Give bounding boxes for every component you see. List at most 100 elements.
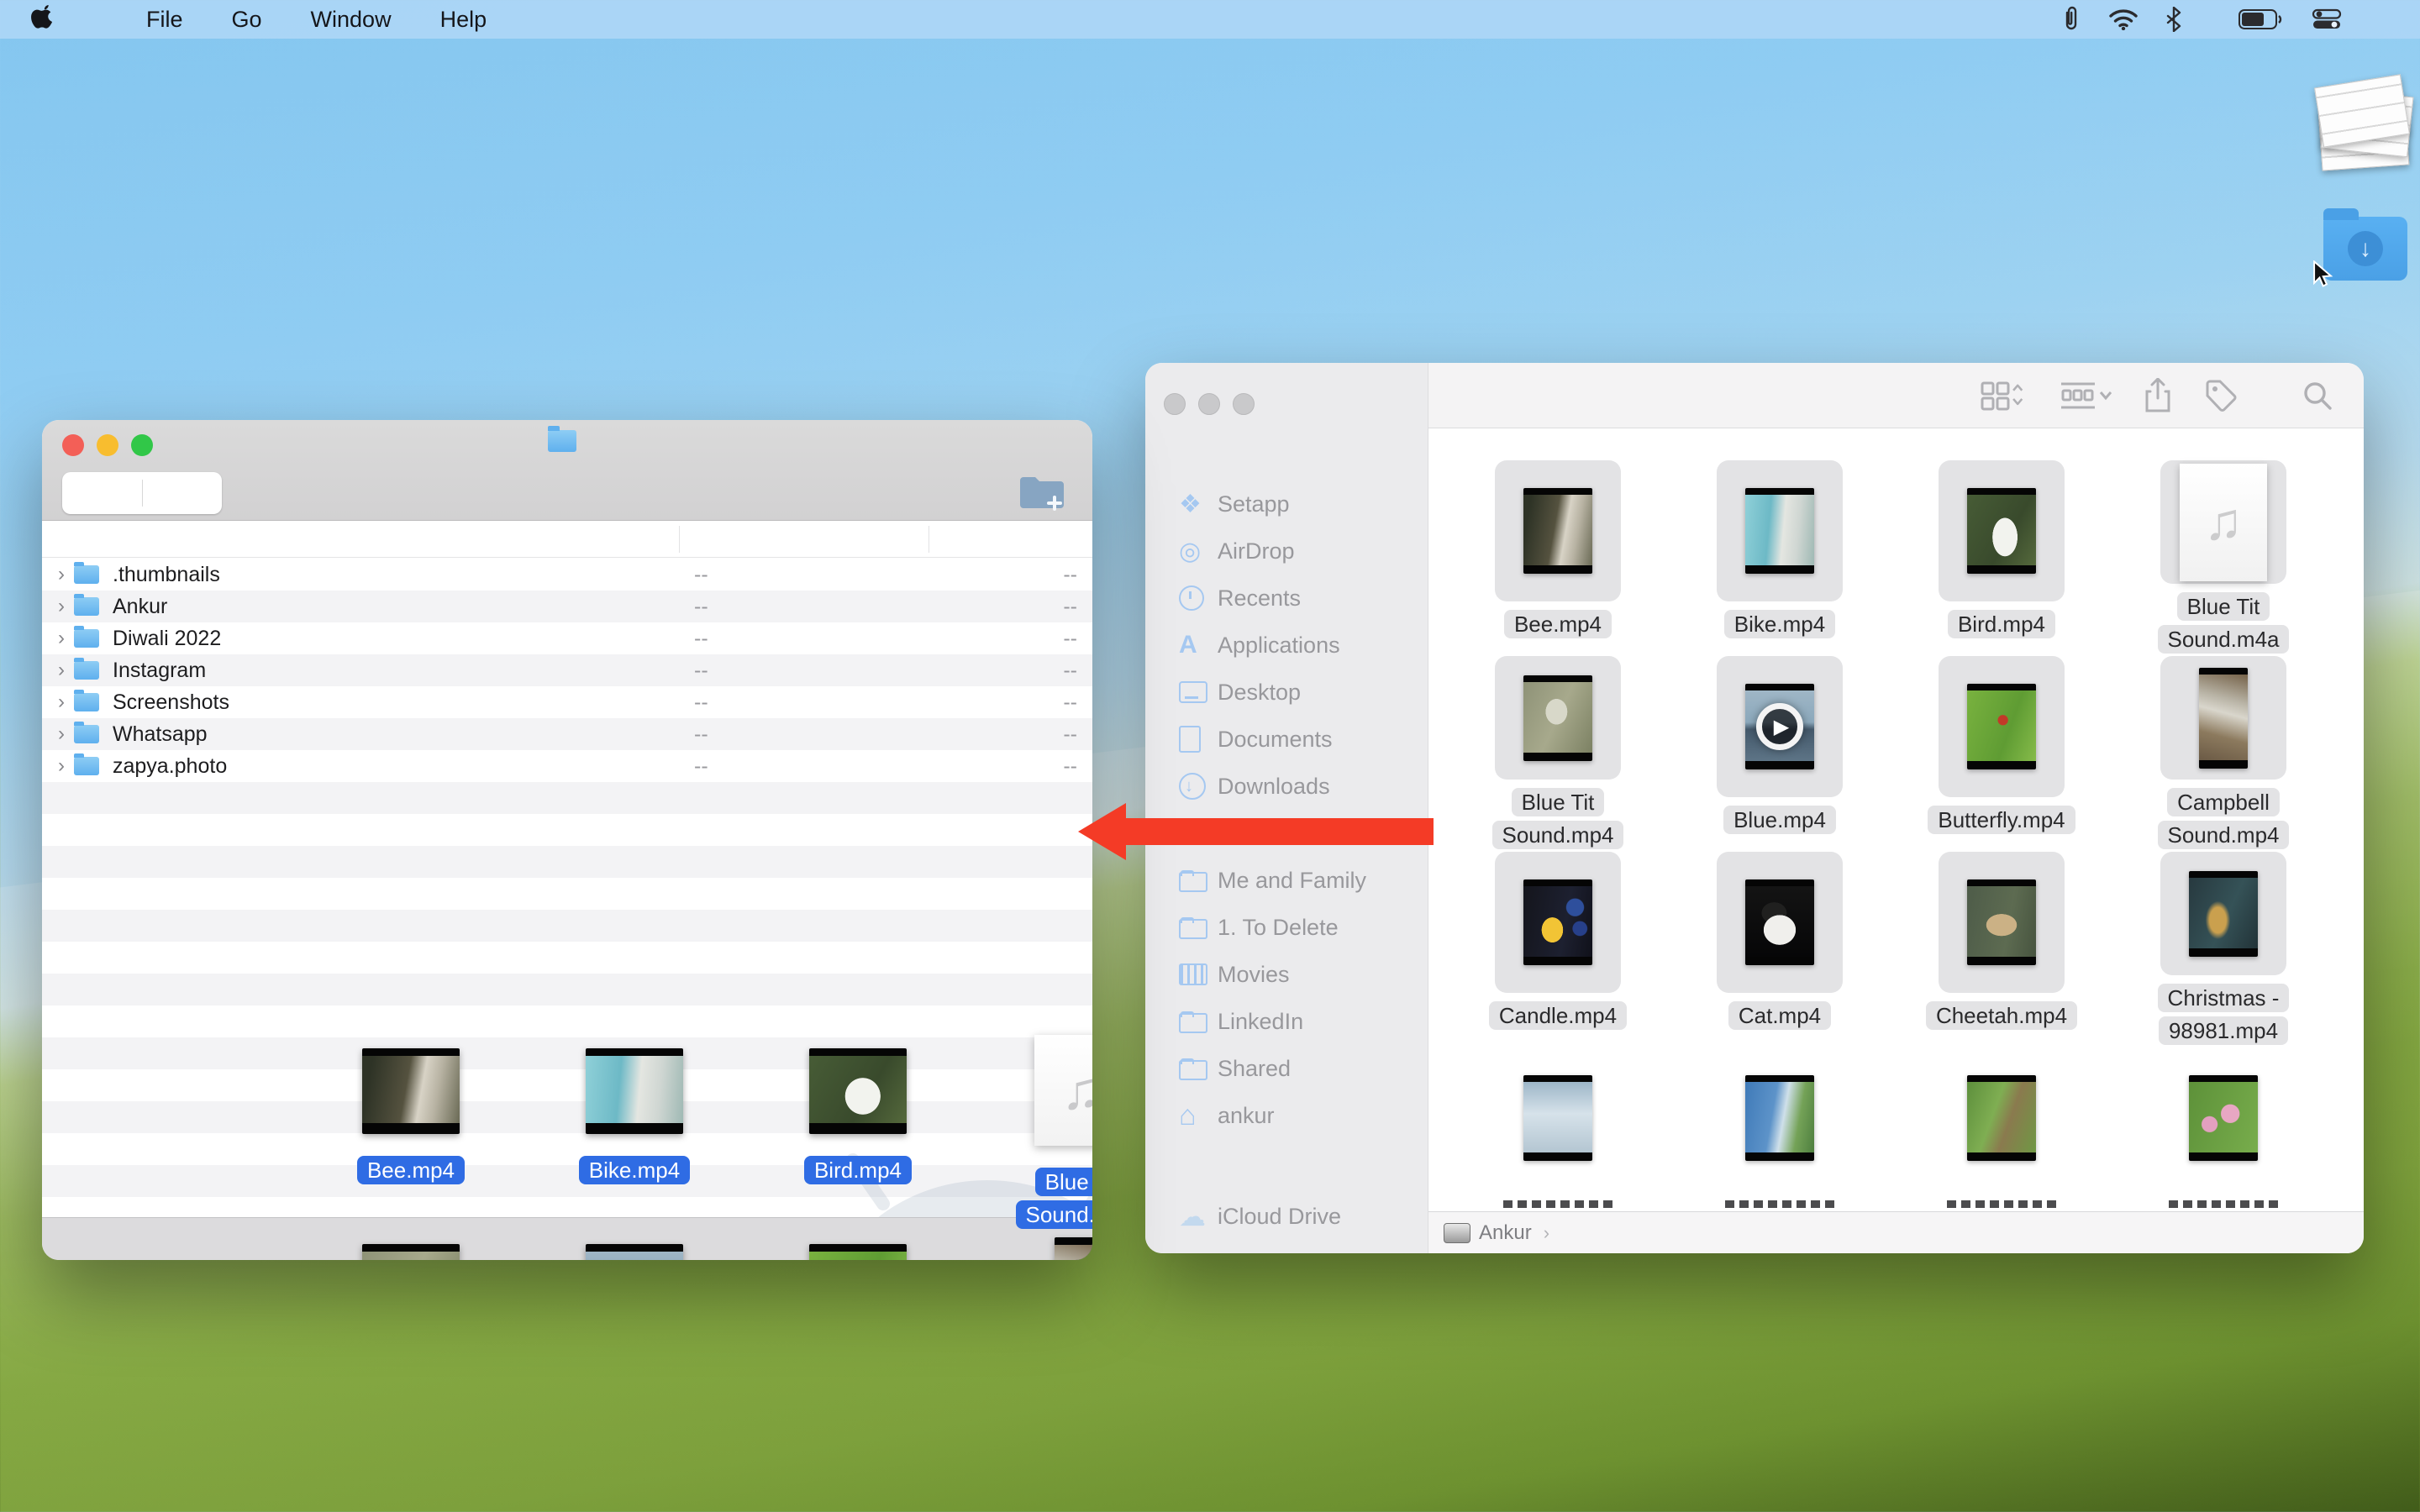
selection-plate bbox=[1939, 656, 2065, 797]
menu-item[interactable]: Help bbox=[440, 7, 487, 32]
sidebar-item-icon bbox=[1179, 490, 1218, 519]
file-item[interactable] bbox=[1669, 1047, 1891, 1211]
video-thumbnail bbox=[1745, 1075, 1814, 1161]
file-item[interactable]: ♫ Blue Tit Sound.m4a bbox=[2112, 460, 2334, 656]
dragged-file-item[interactable]: Bee.mp4 bbox=[299, 1048, 523, 1244]
path-item[interactable]: Ankur › bbox=[1444, 1221, 1553, 1245]
download-arrow-icon: ↓ bbox=[2348, 231, 2383, 266]
disclosure-chevron-icon[interactable]: › bbox=[49, 595, 74, 618]
sidebar-item[interactable]: LinkedIn bbox=[1145, 998, 1428, 1045]
sidebar-item[interactable]: Me and Family bbox=[1145, 857, 1428, 904]
audio-file-icon: ♫ bbox=[2180, 464, 2267, 581]
new-folder-button[interactable] bbox=[1015, 469, 1069, 516]
menu-items: File Go Window Help bbox=[146, 7, 535, 33]
folder-row[interactable]: › zapya.photo -- -- bbox=[42, 750, 1092, 782]
search-icon[interactable] bbox=[2302, 380, 2333, 412]
video-thumbnail bbox=[1523, 1075, 1592, 1161]
aft-folder-rows: › .thumbnails -- -- › Ankur -- -- › Diwa… bbox=[42, 559, 1092, 782]
sidebar-item[interactable]: Applications bbox=[1145, 622, 1428, 669]
file-label: Bike.mp4 bbox=[579, 1156, 690, 1184]
dragged-file-item[interactable]: Blue.mp4 12 bbox=[523, 1244, 746, 1260]
folder-row[interactable]: › Instagram -- -- bbox=[42, 654, 1092, 686]
folder-icon bbox=[74, 757, 99, 775]
sidebar-item[interactable]: Shared bbox=[1145, 1045, 1428, 1092]
dragged-file-item[interactable]: Blue Tit Sound.mp4 bbox=[299, 1244, 523, 1260]
file-item[interactable]: ▶ Blue.mp4 bbox=[1669, 656, 1891, 852]
group-by-icon[interactable] bbox=[2060, 380, 2112, 412]
file-item[interactable]: Bird.mp4 bbox=[1891, 460, 2112, 656]
folder-row[interactable]: › Diwali 2022 -- -- bbox=[42, 622, 1092, 654]
view-options-icon[interactable] bbox=[1981, 380, 2028, 412]
bluetooth-icon[interactable] bbox=[2166, 7, 2181, 32]
video-thumbnail bbox=[1967, 879, 2036, 965]
desktop-icon-downloads[interactable]: ↓ bbox=[2294, 217, 2420, 289]
file-item[interactable]: Cheetah.mp4 bbox=[1891, 852, 2112, 1047]
sidebar-item[interactable]: 1. To Delete bbox=[1145, 904, 1428, 951]
control-center-icon[interactable] bbox=[2311, 8, 2343, 30]
file-item[interactable]: Campbell Sound.mp4 bbox=[2112, 656, 2334, 852]
file-item[interactable] bbox=[2112, 1047, 2334, 1211]
file-item[interactable] bbox=[1891, 1047, 2112, 1211]
file-item[interactable]: Butterfly.mp4 bbox=[1891, 656, 2112, 852]
sidebar-item[interactable]: Recents bbox=[1145, 575, 1428, 622]
sidebar-item-icon bbox=[1179, 681, 1218, 703]
disclosure-chevron-icon[interactable]: › bbox=[49, 690, 74, 714]
folder-row[interactable]: › Ankur -- -- bbox=[42, 591, 1092, 622]
file-item[interactable]: Christmas - 98981.mp4 bbox=[2112, 852, 2334, 1047]
wifi-icon[interactable] bbox=[2109, 8, 2138, 30]
close-button[interactable] bbox=[1164, 393, 1186, 415]
disclosure-chevron-icon[interactable]: › bbox=[49, 754, 74, 778]
selection-plate: ▶ bbox=[1717, 656, 1843, 797]
folder-icon bbox=[74, 661, 99, 680]
disclosure-chevron-icon[interactable]: › bbox=[49, 659, 74, 682]
folder-row[interactable]: › .thumbnails -- -- bbox=[42, 559, 1092, 591]
minimize-button[interactable] bbox=[1198, 393, 1220, 415]
tag-icon[interactable] bbox=[2204, 379, 2238, 412]
folder-row[interactable]: › Screenshots -- -- bbox=[42, 686, 1092, 718]
selection-plate bbox=[1495, 852, 1621, 993]
desktop-icon-screenshots[interactable] bbox=[2294, 74, 2420, 183]
disclosure-chevron-icon[interactable]: › bbox=[49, 563, 74, 586]
sidebar-item[interactable]: Documents bbox=[1145, 716, 1428, 763]
dragged-file-item[interactable]: Bike.mp4 bbox=[523, 1048, 746, 1244]
file-item[interactable]: Blue Tit Sound.mp4 bbox=[1447, 656, 1669, 852]
zoom-button[interactable] bbox=[1233, 393, 1255, 415]
dragged-file-item[interactable]: Butterfly.mp4 bbox=[746, 1244, 970, 1260]
sidebar-item-label: Applications bbox=[1218, 633, 1340, 659]
folder-modified: -- bbox=[694, 563, 708, 587]
selection-plate bbox=[1939, 460, 2065, 601]
clipped-label-hint bbox=[1503, 1200, 1612, 1208]
menu-item[interactable]: Window bbox=[311, 7, 392, 32]
apple-menu-icon[interactable] bbox=[30, 5, 55, 34]
disclosure-chevron-icon[interactable]: › bbox=[49, 627, 74, 650]
menu-item[interactable]: Go bbox=[232, 7, 262, 32]
battery-app-paperclip-icon[interactable] bbox=[2062, 6, 2081, 33]
folder-row[interactable]: › Whatsapp -- -- bbox=[42, 718, 1092, 750]
video-thumbnail bbox=[809, 1048, 907, 1134]
file-item[interactable]: Bike.mp4 bbox=[1669, 460, 1891, 656]
sidebar-item[interactable]: Movies bbox=[1145, 951, 1428, 998]
file-item[interactable]: Cat.mp4 bbox=[1669, 852, 1891, 1047]
disclosure-chevron-icon[interactable]: › bbox=[49, 722, 74, 746]
sidebar-item[interactable]: ankur bbox=[1145, 1092, 1428, 1139]
file-item[interactable]: Candle.mp4 bbox=[1447, 852, 1669, 1047]
sidebar-item[interactable]: Setapp bbox=[1145, 480, 1428, 528]
file-label: Bike.mp4 bbox=[1724, 610, 1835, 638]
navigation-segmented-control bbox=[62, 472, 222, 514]
file-item[interactable]: Bee.mp4 bbox=[1447, 460, 1669, 656]
share-icon[interactable] bbox=[2144, 378, 2172, 413]
sidebar-item[interactable]: AirDrop bbox=[1145, 528, 1428, 575]
dragged-file-item[interactable]: Campbell Sound.mp4 bbox=[970, 1244, 1092, 1260]
file-label: Blue Tit Sound.m4a bbox=[1016, 1168, 1093, 1229]
sidebar-item[interactable]: Desktop bbox=[1145, 669, 1428, 716]
dragged-file-item[interactable]: Bird.mp4 bbox=[746, 1048, 970, 1244]
music-note-icon: ♫ bbox=[1061, 1059, 1092, 1121]
play-button-overlay[interactable]: ▶ bbox=[1756, 703, 1803, 750]
dragged-file-item[interactable]: ♫ Blue Tit Sound.m4a bbox=[970, 1048, 1092, 1244]
file-item[interactable] bbox=[1447, 1047, 1669, 1211]
sidebar-item[interactable]: iCloud Drive bbox=[1145, 1193, 1428, 1240]
path-chevron-icon: › bbox=[1544, 1222, 1549, 1244]
menu-item[interactable]: File bbox=[146, 7, 183, 32]
video-thumbnail bbox=[586, 1048, 683, 1134]
battery-icon[interactable] bbox=[2238, 8, 2282, 30]
